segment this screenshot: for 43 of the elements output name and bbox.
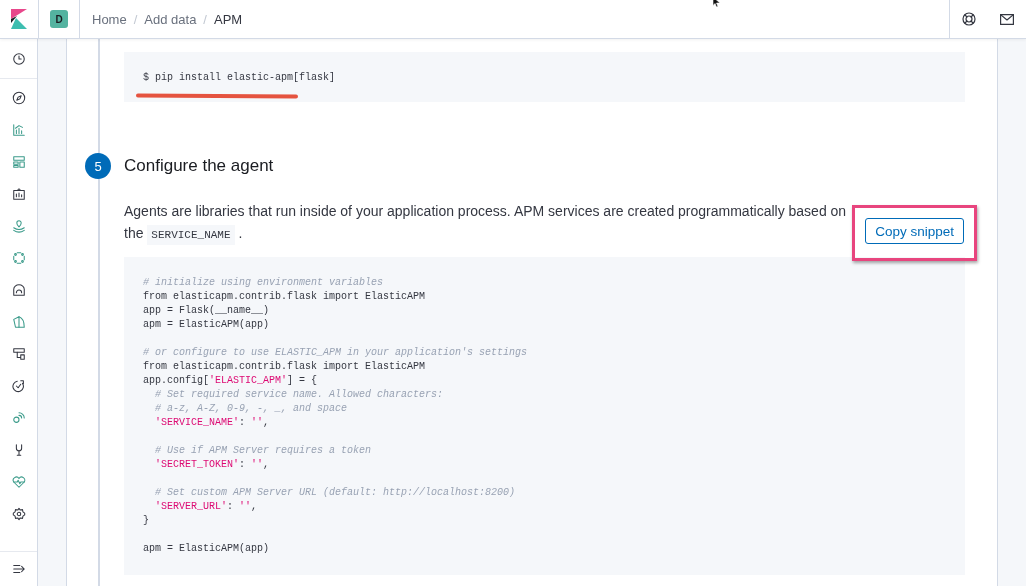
code-line: 'SECRET_TOKEN': '', <box>154 458 270 472</box>
folded-page-icon[interactable] <box>11 315 26 329</box>
code-line: from elasticapm.contrib.flask import ElasticAPM <box>143 360 426 374</box>
breadcrumb-link[interactable]: Add data <box>144 11 197 27</box>
code-line: app.config['ELASTIC_APM'] = { <box>143 374 318 388</box>
step-number: 5 <box>85 153 111 179</box>
settings-icon[interactable] <box>11 507 26 521</box>
breadcrumb-link[interactable]: Home <box>92 11 127 27</box>
code-line: $ pip install elastic-apm[flask] <box>143 71 336 83</box>
mail-icon[interactable] <box>1000 13 1014 25</box>
breadcrumb-separator: / <box>203 11 207 27</box>
node-graph-icon[interactable] <box>11 251 26 265</box>
code-line: 'SERVER_URL': '', <box>154 500 258 514</box>
check-arrow-icon[interactable] <box>11 379 26 393</box>
step-title: Configure the agent <box>124 156 274 176</box>
heart-pulse-icon[interactable] <box>11 475 26 489</box>
code-line: # Use if APM Server requires a token <box>154 444 372 458</box>
clock-icon[interactable] <box>11 51 26 66</box>
collapse-menu-icon[interactable] <box>11 562 26 576</box>
code-line: apm = ElasticAPM(app) <box>143 542 270 556</box>
code-line: from elasticapm.contrib.flask import ElasticAPM <box>143 290 426 304</box>
pipeline-icon[interactable] <box>11 347 26 361</box>
step-description: Agents are libraries that run inside of your application process. APM services are created programmatically based on the SERVICE_NAME . <box>124 200 864 244</box>
compass-icon[interactable] <box>11 91 26 105</box>
logo-icon[interactable] <box>11 9 27 29</box>
user-avatar[interactable]: D <box>50 10 68 28</box>
code-line: app = Flask(__name__) <box>143 304 270 318</box>
code-line: # initialize using environment variables <box>143 276 384 290</box>
code-line: # or configure to use ELASTIC_APM in your application's settings <box>143 346 528 360</box>
help-icon[interactable] <box>962 12 976 26</box>
code-line: } <box>143 514 149 528</box>
code-line: # Set custom APM Server URL (default: http://localhost:8200) <box>154 486 516 500</box>
copy-snippet-button[interactable]: Copy snippet <box>865 218 964 244</box>
code-line: 'SERVICE_NAME': '', <box>154 416 270 430</box>
easel-icon[interactable] <box>11 187 26 201</box>
code-line: # a-z, A-Z, 0-9, -, _, and space <box>154 402 348 416</box>
breadcrumb-link[interactable]: APM <box>214 11 243 27</box>
bar-chart-icon[interactable] <box>11 123 26 137</box>
map-pin-icon[interactable] <box>11 219 26 233</box>
signal-icon[interactable] <box>11 411 26 425</box>
code-line: # Set required service name. Allowed characters: <box>154 388 444 402</box>
code-line: apm = ElasticAPM(app) <box>143 318 270 332</box>
breadcrumb-separator: / <box>133 11 138 27</box>
